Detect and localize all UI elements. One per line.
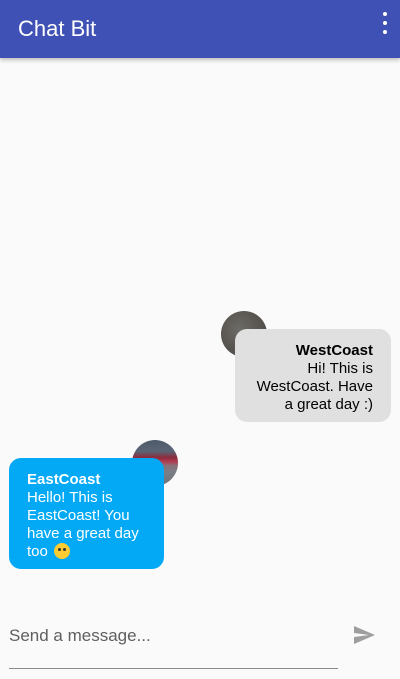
message-text-wrap: Hello! This is EastCoast! You have a gre… (27, 489, 154, 561)
app-bar: Chat Bit (0, 0, 400, 58)
send-button[interactable] (350, 623, 378, 649)
message-bubble-eastcoast: EastCoast Hello! This is EastCoast! You … (9, 458, 164, 569)
message-text: Hello! This is EastCoast! You have a gre… (27, 489, 139, 560)
message-sender: EastCoast (27, 471, 101, 488)
send-icon (354, 626, 375, 644)
message-bubble-westcoast: WestCoast Hi! This is WestCoast. Have a … (235, 329, 391, 422)
message-list[interactable]: WestCoast Hi! This is WestCoast. Have a … (0, 58, 400, 603)
message-composer (0, 603, 400, 679)
message-text: Hi! This is WestCoast. Have a great day … (256, 360, 373, 413)
message-input[interactable] (9, 619, 338, 653)
smiling-face-emoji-icon (54, 543, 71, 559)
message-sender: WestCoast (295, 342, 373, 359)
input-underline (9, 668, 338, 669)
more-vert-icon[interactable] (378, 12, 392, 34)
app-title: Chat Bit (18, 16, 97, 41)
